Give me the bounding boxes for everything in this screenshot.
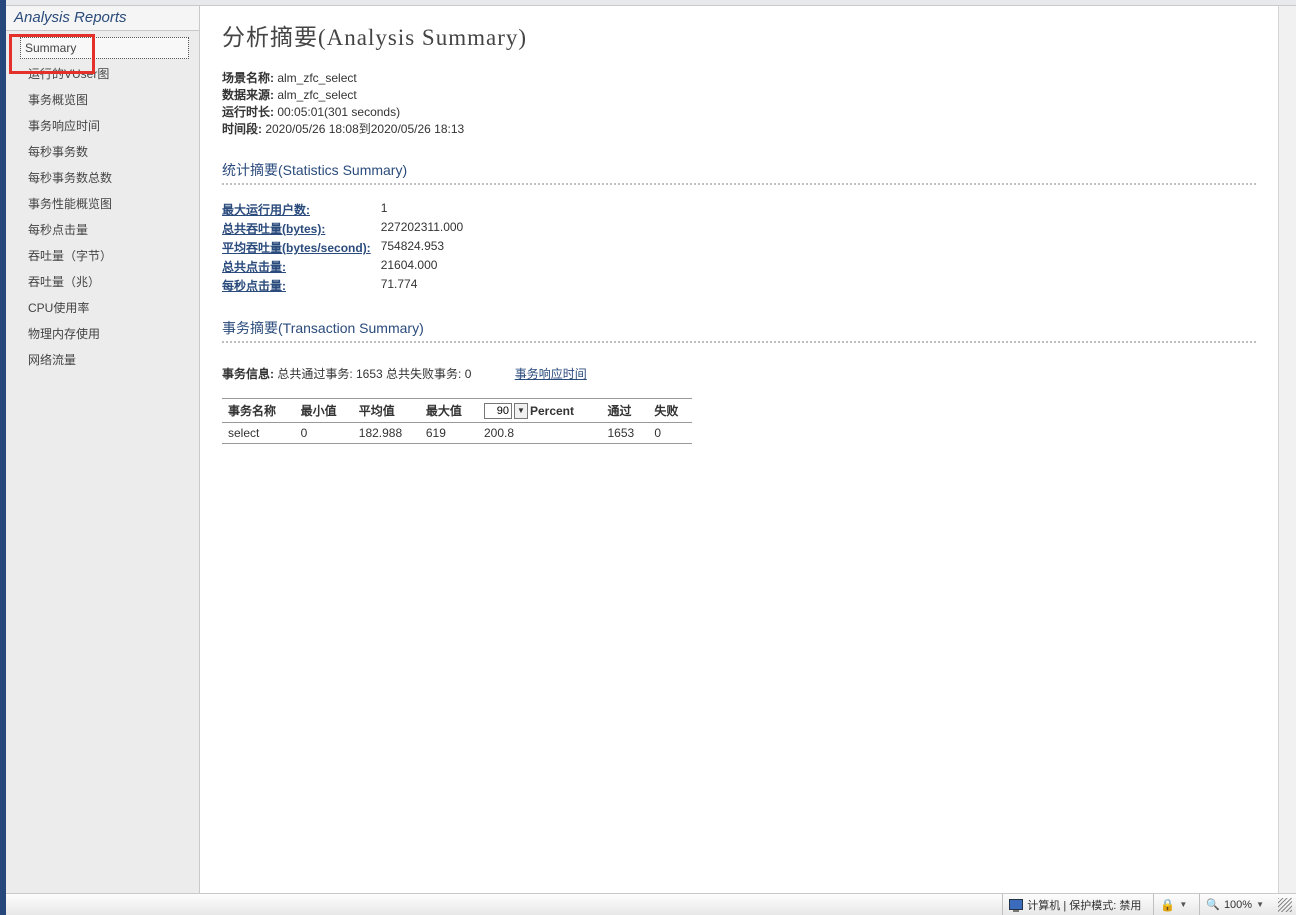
computer-icon: [1009, 899, 1023, 910]
page-title: 分析摘要(Analysis Summary): [222, 18, 1256, 52]
stat-value: 227202311.000: [381, 220, 474, 239]
meta-duration: 运行时长: 00:05:01(301 seconds): [222, 104, 1256, 121]
percentile-input[interactable]: [484, 403, 512, 419]
th-percent: ▼ Percent: [478, 399, 602, 423]
sidebar-item-tps-total[interactable]: 每秒事务数总数: [6, 167, 199, 189]
chevron-down-icon: ▼: [1179, 900, 1187, 909]
stat-hits-per-sec-label[interactable]: 每秒点击量:: [222, 279, 286, 293]
statistics-table: 最大运行用户数: 1 总共吞吐量(bytes): 227202311.000 平均吞…: [222, 201, 473, 296]
sidebar-item-tx-response-time[interactable]: 事务响应时间: [6, 115, 199, 137]
stat-value: 21604.000: [381, 258, 474, 277]
tx-info-value: 总共通过事务: 1653 总共失败事务: 0: [274, 367, 471, 381]
stat-value: 754824.953: [381, 239, 474, 258]
sidebar-item-running-vuser[interactable]: 运行的VUser图: [6, 63, 199, 85]
lock-icon: 🔒: [1160, 898, 1175, 912]
th-fail: 失败: [648, 399, 692, 423]
th-min: 最小值: [295, 399, 353, 423]
meta-label: 场景名称:: [222, 71, 274, 85]
sidebar-item-summary[interactable]: Summary: [20, 37, 189, 59]
section-transaction-summary: 事务摘要(Transaction Summary): [222, 318, 1256, 343]
sidebar-title: Analysis Reports: [6, 6, 199, 31]
sidebar-item-cpu-usage[interactable]: CPU使用率: [6, 297, 199, 319]
stat-avg-throughput-label[interactable]: 平均吞吐量(bytes/second):: [222, 241, 371, 255]
protected-mode-text: 计算机 | 保护模式: 禁用: [1027, 897, 1141, 913]
zoom-icon: 🔍: [1206, 898, 1220, 911]
tx-response-time-link[interactable]: 事务响应时间: [515, 367, 587, 381]
th-avg: 平均值: [353, 399, 420, 423]
stat-total-throughput-label[interactable]: 总共吞吐量(bytes):: [222, 222, 325, 236]
zoom-value: 100%: [1224, 899, 1252, 911]
status-protected-mode: 计算机 | 保护模式: 禁用: [1002, 894, 1147, 915]
meta-time-range: 时间段: 2020/05/26 18:08到2020/05/26 18:13: [222, 121, 1256, 138]
sidebar-item-hits-per-sec[interactable]: 每秒点击量: [6, 219, 199, 241]
table-header-row: 事务名称 最小值 平均值 最大值 ▼ Percent 通过 失败: [222, 399, 692, 423]
cell-min: 0: [295, 423, 353, 444]
table-row: select 0 182.988 619 200.8 1653 0: [222, 423, 692, 444]
cell-fail: 0: [648, 423, 692, 444]
stat-row: 最大运行用户数: 1: [222, 201, 473, 220]
sidebar-list: Summary 运行的VUser图 事务概览图 事务响应时间 每秒事务数 每秒事…: [6, 31, 199, 375]
stat-row: 每秒点击量: 71.774: [222, 277, 473, 296]
percent-label: Percent: [530, 404, 574, 418]
status-zoom[interactable]: 🔍 100% ▼: [1199, 894, 1270, 915]
meta-label: 运行时长:: [222, 105, 274, 119]
meta-value: 00:05:01(301 seconds): [274, 105, 400, 119]
stat-value: 71.774: [381, 277, 474, 296]
th-pass: 通过: [602, 399, 649, 423]
sidebar-item-throughput-mb[interactable]: 吞吐量（兆）: [6, 271, 199, 293]
cell-percent: 200.8: [478, 423, 602, 444]
meta-label: 数据来源:: [222, 88, 274, 102]
tx-info-label: 事务信息:: [222, 367, 274, 381]
cell-pass: 1653: [602, 423, 649, 444]
transaction-table: 事务名称 最小值 平均值 最大值 ▼ Percent 通过 失败: [222, 398, 692, 444]
section-statistics-summary: 统计摘要(Statistics Summary): [222, 160, 1256, 185]
sidebar-item-throughput-bytes[interactable]: 吞吐量（字节）: [6, 245, 199, 267]
transaction-info-line: 事务信息: 总共通过事务: 1653 总共失败事务: 0 事务响应时间: [222, 365, 1256, 382]
stat-total-hits-label[interactable]: 总共点击量:: [222, 260, 286, 274]
main-content: 分析摘要(Analysis Summary) 场景名称: alm_zfc_sel…: [200, 6, 1278, 893]
stat-max-users-label[interactable]: 最大运行用户数:: [222, 203, 310, 217]
meta-data-source: 数据来源: alm_zfc_select: [222, 87, 1256, 104]
cell-max: 619: [420, 423, 478, 444]
stat-row: 总共点击量: 21604.000: [222, 258, 473, 277]
sidebar-item-tps[interactable]: 每秒事务数: [6, 141, 199, 163]
sidebar-item-tx-perf-overview[interactable]: 事务性能概览图: [6, 193, 199, 215]
meta-label: 时间段:: [222, 122, 262, 136]
meta-value: 2020/05/26 18:08到2020/05/26 18:13: [262, 122, 464, 136]
meta-value: alm_zfc_select: [274, 71, 357, 85]
cell-avg: 182.988: [353, 423, 420, 444]
chevron-down-icon: ▼: [1256, 900, 1264, 909]
sidebar-item-network-traffic[interactable]: 网络流量: [6, 349, 199, 371]
stat-value: 1: [381, 201, 474, 220]
resize-grip[interactable]: [1278, 898, 1292, 912]
scrollbar-vertical[interactable]: [1278, 6, 1296, 893]
status-security[interactable]: 🔒 ▼: [1153, 894, 1193, 915]
th-name: 事务名称: [222, 399, 295, 423]
stat-row: 平均吞吐量(bytes/second): 754824.953: [222, 239, 473, 258]
percentile-dropdown-button[interactable]: ▼: [514, 403, 528, 419]
sidebar-panel: Analysis Reports Summary 运行的VUser图 事务概览图…: [6, 6, 200, 893]
meta-value: alm_zfc_select: [274, 88, 357, 102]
sidebar-item-memory-usage[interactable]: 物理内存使用: [6, 323, 199, 345]
cell-name: select: [222, 423, 295, 444]
stat-row: 总共吞吐量(bytes): 227202311.000: [222, 220, 473, 239]
th-max: 最大值: [420, 399, 478, 423]
meta-scenario-name: 场景名称: alm_zfc_select: [222, 70, 1256, 87]
status-bar: 计算机 | 保护模式: 禁用 🔒 ▼ 🔍 100% ▼: [6, 893, 1296, 915]
sidebar-item-tx-overview[interactable]: 事务概览图: [6, 89, 199, 111]
